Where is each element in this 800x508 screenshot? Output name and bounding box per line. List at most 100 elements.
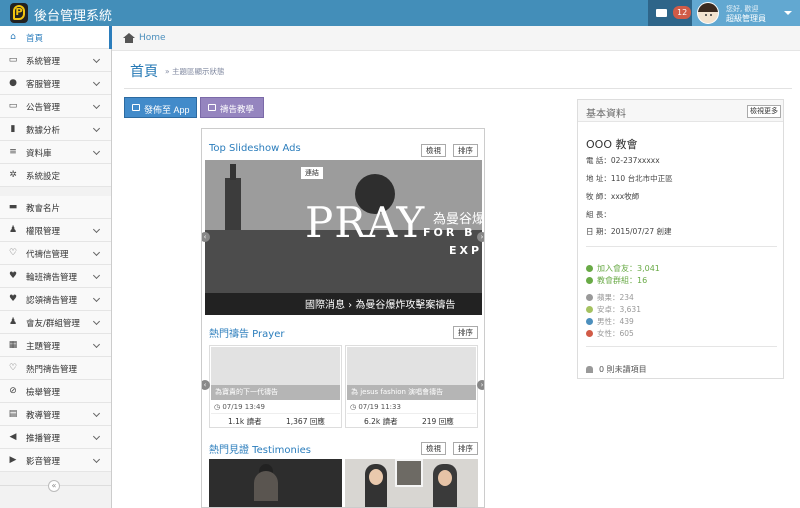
prayer-card[interactable]: 為 jesus fashion 演唱會禱告 ◷ 07/19 11:33 6.2k… xyxy=(345,345,478,428)
sidebar-item-label: 權限管理 xyxy=(26,227,61,237)
breadcrumb-home-link[interactable]: Home xyxy=(139,33,166,43)
sidebar-item-announcements[interactable]: ▭ 公告管理 xyxy=(0,95,111,118)
sidebar-item-label: 檢舉管理 xyxy=(26,388,61,398)
sidebar-divider xyxy=(0,187,111,193)
chevron-down-icon xyxy=(92,340,101,349)
caret-down-icon xyxy=(784,11,792,15)
unread-items[interactable]: 0 則未讀項目 xyxy=(586,364,647,375)
prayer-tutorial-button[interactable]: 禱告教學 xyxy=(200,97,264,118)
breadcrumb: Home xyxy=(112,26,800,51)
slideshow-section-title: Top Slideshow Ads xyxy=(209,143,301,154)
slideshow-caption: 國際消息 › 為曼谷爆炸攻擊案禱告 xyxy=(305,300,456,311)
testimonies-sort-button[interactable]: 排序 xyxy=(453,442,478,455)
view-more-button[interactable]: 檢視更多 xyxy=(747,105,781,118)
top-navbar: P 後台管理系統 12 您好, 歡迎 超級管理員 xyxy=(0,0,800,26)
header-divider xyxy=(124,88,792,89)
prayer-next-icon[interactable]: › xyxy=(477,380,484,390)
card-icon: ▬ xyxy=(8,202,18,212)
sidebar-item-label: 主題管理 xyxy=(26,342,61,352)
basic-info-panel: 基本資料 檢視更多 OOO 教會 電 話：02-237xxxxx 地 址：110… xyxy=(577,99,784,379)
sidebar-item-church-card[interactable]: ▬ 教會名片 xyxy=(0,196,111,219)
publish-to-app-button[interactable]: 發佈至 App xyxy=(124,97,197,118)
prayer-card[interactable]: 為寶貴的下一代禱告 ◷ 07/19 13:49 1.1k 讀者 1,367 回應 xyxy=(209,345,342,428)
slideshow-sort-button[interactable]: 排序 xyxy=(453,144,478,157)
sidebar-item-reports[interactable]: ⊘ 檢舉管理 xyxy=(0,380,111,403)
heart-icon: ♡ xyxy=(8,248,18,258)
prayer-sort-button[interactable]: 排序 xyxy=(453,326,478,339)
book-icon: ▤ xyxy=(8,409,18,419)
sidebar-item-label: 系統管理 xyxy=(26,57,61,67)
tutorial-button-label: 禱告教學 xyxy=(220,104,255,114)
slideshow-view-button[interactable]: 檢視 xyxy=(421,144,446,157)
sidebar-item-system[interactable]: ▭ 系統管理 xyxy=(0,49,111,72)
testimonies-view-button[interactable]: 檢視 xyxy=(421,442,446,455)
sidebar-item-label: 會友/群組管理 xyxy=(26,319,80,329)
sidebar-item-claim-prayer[interactable]: ♥ 認領禱告管理 xyxy=(0,288,111,311)
sidebar-item-prayer-letters[interactable]: ♡ 代禱信管理 xyxy=(0,242,111,265)
sidebar-item-label: 輪班禱告管理 xyxy=(26,273,78,283)
sidebar-item-hot-prayer[interactable]: ♡ 熱門禱告管理 xyxy=(0,357,111,380)
slideshow-next-icon[interactable]: › xyxy=(477,232,484,242)
slideshow-banner[interactable]: 連結 PRAY 為曼谷爆 FOR B EXPL 國際消息 › 為曼谷爆炸攻擊案禱… xyxy=(205,160,482,315)
slideshow-headline: PRAY xyxy=(305,198,426,247)
church-created-date: 日 期：2015/07/27 創建 xyxy=(586,227,672,236)
chevron-down-icon xyxy=(92,432,101,441)
android-icon xyxy=(586,306,593,313)
sidebar-item-topics[interactable]: ▦ 主題管理 xyxy=(0,334,111,357)
prayer-card-caption: 為 jesus fashion 演唱會禱告 xyxy=(347,385,476,400)
apple-icon xyxy=(586,294,593,301)
app-preview-panel: Top Slideshow Ads 檢視 排序 連結 PRAY 為曼谷爆 FOR… xyxy=(201,128,485,508)
female-stat: 女性：605 xyxy=(586,328,634,339)
chevron-down-icon xyxy=(92,455,101,464)
home-icon xyxy=(123,33,135,43)
hand-heart-icon: ♥ xyxy=(8,294,18,304)
chevron-down-icon xyxy=(92,55,101,64)
prayer-card-responses: 219 回應 xyxy=(422,417,454,426)
testimony-thumbnail[interactable] xyxy=(345,459,478,507)
sidebar-item-members-groups[interactable]: ♟ 會友/群組管理 xyxy=(0,311,111,334)
sidebar-item-label: 教導管理 xyxy=(26,411,61,421)
sidebar-item-label: 代禱信管理 xyxy=(26,250,69,260)
testimony-thumbnail[interactable] xyxy=(209,459,342,507)
users-icon: ♟ xyxy=(8,317,18,327)
sidebar-item-media[interactable]: ▶ 影音管理 xyxy=(0,449,111,472)
sidebar-item-database[interactable]: ≡ 資料庫 xyxy=(0,141,111,164)
testimonies-section-title: 熱門見證 Testimonies xyxy=(209,445,311,456)
sidebar: ⌂ 首頁 ▭ 系統管理 ● 客服管理 ▭ 公告管理 ▮ 數據分析 ≡ 資料庫 ✲… xyxy=(0,26,118,508)
sidebar-item-shift-prayer[interactable]: ♥ 輪班禱告管理 xyxy=(0,265,111,288)
prayer-card-date: ◷ 07/19 13:49 xyxy=(214,403,265,411)
sidebar-item-settings[interactable]: ✲ 系統設定 xyxy=(0,164,111,187)
chevron-down-icon xyxy=(92,248,101,257)
user-icon xyxy=(586,265,593,272)
messages-button[interactable]: 12 xyxy=(648,0,692,26)
collapse-sidebar-icon[interactable]: « xyxy=(48,480,60,492)
android-stat: 安卓：3,631 xyxy=(586,304,641,315)
sidebar-item-label: 公告管理 xyxy=(26,103,61,113)
male-stat: 男性：439 xyxy=(586,316,634,327)
heart-outline-icon: ♡ xyxy=(8,363,18,373)
users-icon xyxy=(586,277,593,284)
sidebar-item-support[interactable]: ● 客服管理 xyxy=(0,72,111,95)
sidebar-item-home[interactable]: ⌂ 首頁 xyxy=(0,26,118,49)
prayer-section-title: 熱門禱告 Prayer xyxy=(209,329,285,340)
edit-icon xyxy=(208,104,216,111)
sidebar-item-label: 推播管理 xyxy=(26,434,61,444)
info-panel-title: 基本資料 xyxy=(586,109,626,120)
prayer-card-views: 6.2k 讀者 xyxy=(364,417,398,426)
chevron-down-icon xyxy=(92,78,101,87)
sidebar-item-permissions[interactable]: ♟ 權限管理 xyxy=(0,219,111,242)
bar-chart-icon: ▮ xyxy=(10,124,16,134)
message-count-badge: 12 xyxy=(673,6,692,19)
envelope-icon xyxy=(656,9,667,17)
sidebar-item-push[interactable]: ◀ 推播管理 xyxy=(0,426,111,449)
sidebar-item-label: 認領禱告管理 xyxy=(26,296,78,306)
user-menu-button[interactable]: 您好, 歡迎 超級管理員 xyxy=(692,0,800,26)
app-logo[interactable]: P xyxy=(10,3,28,23)
home-icon: ⌂ xyxy=(10,32,16,42)
sidebar-item-analytics[interactable]: ▮ 數據分析 xyxy=(0,118,111,141)
sidebar-item-teaching[interactable]: ▤ 教導管理 xyxy=(0,403,111,426)
chevron-down-icon xyxy=(92,294,101,303)
gears-icon: ✲ xyxy=(9,170,17,180)
sidebar-item-label: 教會名片 xyxy=(26,204,61,214)
publish-button-label: 發佈至 App xyxy=(144,105,190,115)
